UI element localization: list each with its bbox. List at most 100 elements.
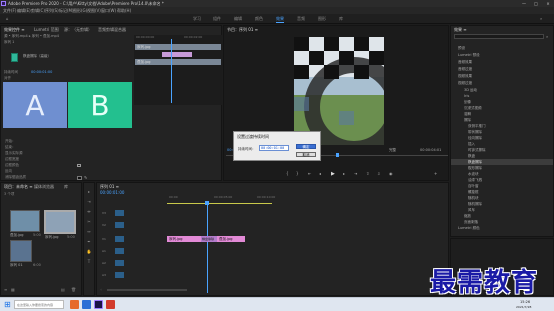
lift-icon[interactable]: ⇧ [366,171,369,176]
tab-libraries[interactable]: 库 [64,184,68,190]
effects-item[interactable]: 划像 [464,100,471,105]
timeline-clip[interactable]: 序列.jpg [167,236,203,242]
workspace-editing[interactable]: 编辑 [234,16,242,22]
effects-item[interactable]: 缩放 [464,214,471,219]
app-icon[interactable] [106,300,115,309]
effects-item[interactable]: 水波块 [468,172,479,177]
effects-item[interactable]: 带状擦除 [468,130,482,135]
icon-view-icon[interactable]: ▦ [11,287,15,292]
list-view-icon[interactable]: ≡ [4,287,7,292]
track-target-v2[interactable] [115,222,124,228]
premiere-taskbar-icon[interactable] [94,300,103,309]
border-color-swatch[interactable] [77,176,82,180]
windows-start-icon[interactable]: ⊞ [4,300,11,309]
timeline-scrollbar[interactable] [107,289,187,291]
play-icon[interactable]: ▶ [331,171,335,177]
effects-item-checkerboard-wipe[interactable]: 棋盘擦除 [468,160,482,165]
search-icon[interactable]: ⌕ [540,16,542,21]
project-item-name[interactable]: 序列 01 [10,263,23,268]
effects-item[interactable]: Iris [464,94,469,98]
timeline-clip[interactable]: 叠加.jpg [217,236,245,242]
effects-item[interactable]: Lumetri 预设 [458,53,480,58]
app-icon[interactable] [70,300,79,309]
go-to-in-icon[interactable]: ⇤ [308,171,311,176]
cancel-button[interactable]: 取消 [296,152,316,157]
effects-item[interactable]: 视频效果 [458,74,472,79]
workspace-learn[interactable]: 学习 [193,16,201,22]
project-thumb-sequence[interactable] [44,210,76,234]
pen-tool-icon[interactable]: ✒ [86,239,92,244]
track-target-v3[interactable] [115,210,124,216]
workspace-assembly[interactable]: 组件 [213,16,221,22]
selection-tool-icon[interactable]: ▸ [86,189,92,194]
maximize-button[interactable]: □ [530,0,542,7]
effects-item[interactable]: 螺旋框 [468,190,479,195]
slip-tool-icon[interactable]: ↔ [86,229,92,234]
effects-item[interactable]: 时钟式擦除 [468,148,486,153]
new-item-icon[interactable]: ▤ [61,287,65,292]
effects-item[interactable]: 擦除 [464,118,471,123]
close-button[interactable]: × [542,0,554,7]
program-quality-select[interactable]: 完整 [389,148,396,153]
tab-lumetri-scopes[interactable]: Lumetri 范围 [34,27,59,33]
timeline-timecode[interactable]: 00:00:01:00 [100,190,124,195]
mark-in-icon[interactable]: { [286,171,289,176]
effects-item[interactable]: 预设 [458,46,465,51]
step-forward-icon[interactable]: ▸ [343,171,345,176]
effects-item[interactable]: 3D 运动 [464,88,477,93]
project-item-name[interactable]: 序列.jpg [45,235,59,240]
tab-effect-controls[interactable]: 效果控件 ≡ [4,27,25,33]
timeline-zoom-icon[interactable]: ◦ [100,287,102,292]
work-area-bar[interactable] [167,203,272,204]
trash-icon[interactable]: 🗑 [71,287,76,292]
effects-item[interactable]: 页面剥落 [464,220,478,225]
ec-transition-bar[interactable] [162,52,192,57]
track-target-v1[interactable] [115,236,124,242]
type-tool-icon[interactable]: T [86,259,92,264]
add-button-icon[interactable]: + [434,171,437,176]
tab-program-monitor[interactable]: 节目：序列 01 ≡ [227,27,258,33]
workspace-libraries[interactable]: 库 [339,16,343,22]
effects-item[interactable]: 楔形擦除 [468,166,482,171]
effects-item[interactable]: 随机块 [468,196,479,201]
workspace-effects[interactable]: 效果 [276,16,284,23]
effects-item[interactable]: 油漆飞溅 [468,178,482,183]
ok-button[interactable]: 确定 [296,144,316,149]
taskbar-search-box[interactable]: 在这里输入你要搜索的内容 [14,300,64,309]
ec-clip-b-bar[interactable]: 叠加.jpg [135,59,221,65]
track-select-tool-icon[interactable]: ⇥ [86,199,92,204]
effects-item[interactable]: 风车 [468,208,475,213]
ripple-edit-tool-icon[interactable]: ⇹ [86,209,92,214]
tab-media-browser[interactable]: 媒体浏览器 [34,184,54,190]
duration-value[interactable]: 00:00:01:00 [31,70,52,74]
effects-item[interactable]: 视频过渡 [458,81,472,86]
mark-out-icon[interactable]: } [296,171,299,176]
track-target-a2[interactable] [115,260,124,266]
timeline-playhead-line[interactable] [207,205,208,293]
effects-selected-row[interactable] [451,159,553,165]
project-thumb-seq01[interactable] [10,240,32,262]
app-icon[interactable] [82,300,91,309]
effects-item[interactable]: 插入 [468,142,475,147]
workspace-color[interactable]: 颜色 [255,16,263,22]
home-icon[interactable]: ⌂ [6,16,9,21]
effects-search-input[interactable] [454,34,544,39]
hand-tool-icon[interactable]: ✋ [86,249,92,254]
step-back-icon[interactable]: ◂ [319,171,321,176]
effects-item[interactable]: 音频过渡 [458,67,472,72]
razor-tool-icon[interactable]: ✂ [86,219,92,224]
effects-item[interactable]: 溶解 [464,112,471,117]
effects-item[interactable]: 随机擦除 [468,202,482,207]
program-playhead[interactable] [336,153,339,157]
effects-item[interactable]: Lumetri 颜色 [458,226,480,231]
timeline-transition[interactable]: 棋盘擦除 [201,236,217,242]
tab-source[interactable]: 源：（无剪辑） [64,27,92,33]
eyedropper-icon[interactable]: ✎ [84,175,87,180]
minimize-button[interactable]: — [518,0,530,7]
show-actual-sources-checkbox[interactable] [77,164,81,167]
tab-audio-clip-mixer[interactable]: 音频剪辑混合器 [98,27,126,33]
tab-effects[interactable]: 效果 ≡ [454,27,467,33]
duration-input[interactable]: 00:00:01:00 [259,145,289,151]
project-thumb-overlay[interactable] [10,210,40,232]
go-to-out-icon[interactable]: ⇥ [354,171,357,176]
